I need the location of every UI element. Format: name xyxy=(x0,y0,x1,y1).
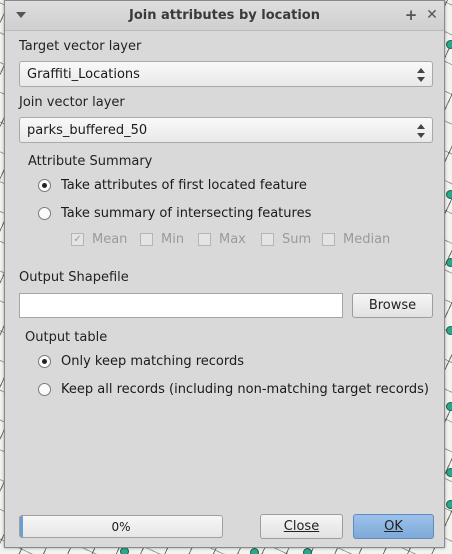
map-point-marker xyxy=(250,548,259,554)
checkbox-label: Mean xyxy=(92,232,128,247)
radio-label: Keep all records (including non-matching… xyxy=(61,381,429,397)
checkbox-label: Max xyxy=(219,232,246,247)
browse-button[interactable]: Browse xyxy=(352,293,433,318)
map-point-marker xyxy=(446,258,452,267)
checkbox-box xyxy=(140,233,153,246)
target-layer-value: Graffiti_Locations xyxy=(27,67,140,82)
target-layer-select[interactable]: Graffiti_Locations xyxy=(19,61,433,87)
radio-summary-intersecting[interactable]: Take summary of intersecting features xyxy=(38,204,311,222)
map-point-marker xyxy=(446,190,452,199)
output-shapefile-input[interactable] xyxy=(19,293,343,318)
checkbox-max: Max xyxy=(198,232,246,247)
updown-arrows-icon xyxy=(417,68,425,82)
map-point-marker xyxy=(120,547,129,554)
checkbox-box xyxy=(198,233,211,246)
checkbox-label: Min xyxy=(161,232,185,247)
ok-button-label: OK xyxy=(384,519,403,534)
join-layer-label: Join vector layer xyxy=(19,95,125,110)
radio-label: Take summary of intersecting features xyxy=(61,205,312,221)
map-point-marker xyxy=(446,468,452,477)
progress-text: 0% xyxy=(111,520,131,534)
radio-only-matching[interactable]: Only keep matching records xyxy=(38,352,244,370)
progress-bar: 0% xyxy=(19,515,223,538)
ok-button[interactable]: OK xyxy=(353,514,434,539)
radio-label: Take attributes of first located feature xyxy=(61,177,307,193)
checkmark-icon: ✓ xyxy=(71,233,84,246)
checkbox-label: Sum xyxy=(282,232,312,247)
join-layer-value: parks_buffered_50 xyxy=(27,123,148,138)
pin-icon[interactable]: + xyxy=(403,6,419,24)
radio-keep-all[interactable]: Keep all records (including non-matching… xyxy=(38,380,429,398)
checkbox-sum: Sum xyxy=(261,232,311,247)
radio-label: Only keep matching records xyxy=(61,353,245,369)
map-point-marker xyxy=(446,402,452,411)
join-layer-select[interactable]: parks_buffered_50 xyxy=(19,117,433,143)
checkbox-box xyxy=(261,233,274,246)
radio-button[interactable] xyxy=(38,206,51,220)
output-table-title: Output table xyxy=(25,330,108,345)
radio-button-checked[interactable] xyxy=(38,354,51,368)
radio-button[interactable] xyxy=(38,382,51,396)
close-window-icon[interactable]: ✕ xyxy=(424,7,440,23)
checkbox-box xyxy=(322,233,335,246)
window-title: Join attributes by location xyxy=(129,8,320,23)
radio-button-checked[interactable] xyxy=(38,178,51,192)
checkbox-median: Median xyxy=(322,232,390,247)
checkbox-label: Median xyxy=(343,232,391,247)
map-point-marker xyxy=(446,326,452,335)
title-bar: Join attributes by location + ✕ xyxy=(5,1,444,31)
output-shapefile-label: Output Shapefile xyxy=(19,270,129,285)
attribute-summary-title: Attribute Summary xyxy=(28,154,153,169)
map-point-marker xyxy=(446,40,452,49)
target-layer-label: Target vector layer xyxy=(19,39,142,54)
updown-arrows-icon xyxy=(417,124,425,138)
join-attributes-dialog: Join attributes by location + ✕ Target v… xyxy=(4,0,445,548)
checkbox-min: Min xyxy=(140,232,184,247)
map-point-marker xyxy=(303,548,312,554)
radio-first-located-feature[interactable]: Take attributes of first located feature xyxy=(38,176,307,194)
map-point-marker xyxy=(446,500,452,509)
checkbox-mean: ✓ Mean xyxy=(71,232,127,247)
close-button[interactable]: Close xyxy=(260,514,343,539)
close-button-label: Close xyxy=(283,519,320,534)
